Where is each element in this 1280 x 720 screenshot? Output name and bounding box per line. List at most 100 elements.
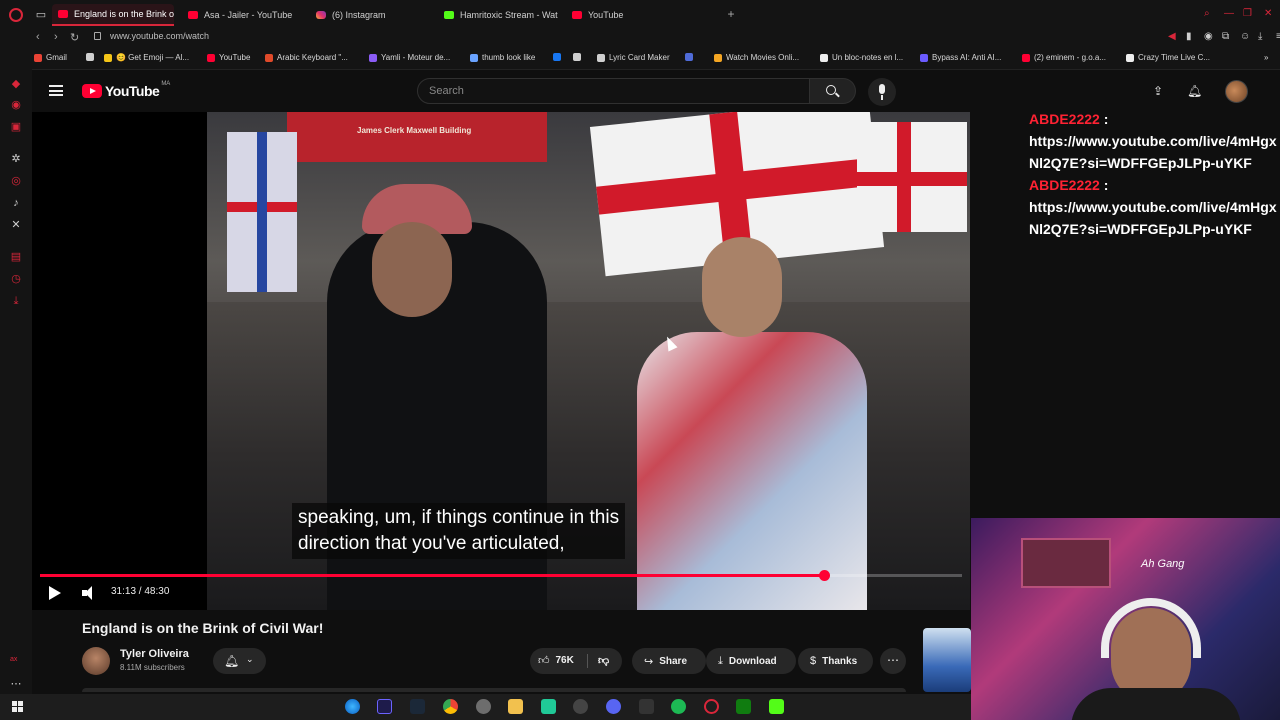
windows-taskbar [0, 694, 971, 720]
whatsapp-icon[interactable]: ▣ [10, 121, 22, 133]
youtube-logo[interactable]: YouTube MA [82, 81, 170, 99]
opera-logo-icon[interactable] [9, 8, 23, 22]
bookmark-item[interactable]: 😊 Get Emoji — Al... [104, 53, 189, 62]
bell-icon: 🔔︎ [224, 654, 240, 668]
bookmark-label: Gmail [46, 53, 67, 62]
youtube-icon [572, 11, 582, 19]
instagram-icon [316, 11, 326, 19]
bookmark-item[interactable] [685, 53, 697, 61]
steam-icon[interactable] [410, 699, 425, 714]
tab-england-brink[interactable]: England is on the Brink of [52, 4, 174, 26]
pinboard-icon[interactable]: ▤ [10, 251, 22, 263]
thanks-button[interactable]: $ Thanks [798, 648, 873, 674]
bookmark-item[interactable]: Gmail [34, 53, 67, 62]
chat-link[interactable]: https://www.youtube.com/live/4mHgxNl2Q7E… [1029, 130, 1280, 174]
bookmark-item[interactable] [86, 53, 98, 61]
volume-icon[interactable] [82, 585, 98, 601]
minimize-icon[interactable]: — [1224, 8, 1234, 19]
premiere-icon[interactable] [377, 699, 392, 714]
more-icon[interactable]: ⋯ [10, 678, 22, 690]
thumbs-down-icon[interactable]: 👎︎ [598, 654, 609, 667]
app-icon[interactable] [541, 699, 556, 714]
downloads-icon[interactable]: ⤓ [10, 295, 22, 307]
upload-icon[interactable]: ⇪ [1153, 85, 1163, 97]
edge-icon[interactable] [345, 699, 360, 714]
vpn-icon[interactable]: ▮ [1186, 31, 1192, 42]
bookmark-item[interactable] [573, 53, 585, 61]
progress-bar[interactable] [40, 570, 962, 581]
opera-icon[interactable] [704, 699, 719, 714]
bookmark-item[interactable]: Watch Movies Onli... [714, 53, 799, 62]
thanks-label: Thanks [822, 655, 858, 667]
tab-youtube[interactable]: YouTube [566, 4, 686, 26]
like-button[interactable]: 👍︎ 76K [538, 654, 574, 667]
profile-icon[interactable]: ☺ [1240, 31, 1250, 42]
instagram-icon[interactable]: ◎ [10, 175, 22, 187]
history-icon[interactable]: ◷ [10, 273, 22, 285]
download-icon[interactable]: ⤓ [1258, 31, 1262, 42]
description-box[interactable] [82, 688, 906, 692]
tab-instagram[interactable]: (6) Instagram [310, 4, 430, 26]
bookmark-item[interactable]: YouTube [207, 53, 250, 62]
volume-mute-icon[interactable]: ◀ [1168, 31, 1176, 42]
file-explorer-icon[interactable] [508, 699, 523, 714]
chat-link[interactable]: https://www.youtube.com/live/4mHgxNl2Q7E… [1029, 196, 1280, 240]
forward-icon[interactable]: › [54, 31, 58, 43]
spotify-icon[interactable] [671, 699, 686, 714]
recommended-thumbnail[interactable] [923, 628, 971, 692]
tab-switcher-icon[interactable]: ▭ [35, 9, 47, 21]
davinci-icon[interactable] [573, 699, 588, 714]
video-player[interactable]: James Clerk Maxwell Building speaking, u… [32, 112, 970, 610]
extensions-icon[interactable]: ⧉ [1222, 31, 1229, 42]
restore-icon[interactable]: ❐ [1243, 8, 1252, 19]
channel-avatar[interactable] [82, 647, 110, 675]
channel-name[interactable]: Tyler Oliveira [120, 648, 189, 660]
bookmark-item[interactable]: Bypass AI: Anti AI... [920, 53, 1001, 62]
share-label: Share [659, 655, 688, 667]
play-icon[interactable] [49, 586, 61, 600]
tiktok-icon[interactable]: ♪ [10, 197, 22, 209]
search-button[interactable] [810, 78, 856, 104]
bookmark-item[interactable]: Crazy Time Live C... [1126, 53, 1210, 62]
close-icon[interactable]: ✕ [1264, 8, 1272, 19]
tab-asa-jailer[interactable]: Asa - Jailer - YouTube [182, 4, 302, 26]
notifications-bell-icon[interactable]: 🔔︎ [1187, 84, 1202, 98]
discord-icon[interactable] [606, 699, 621, 714]
subscribed-button[interactable]: 🔔︎ ⌄ [213, 648, 266, 674]
voice-search-icon[interactable] [868, 78, 896, 106]
menu-icon[interactable]: ≡ [1276, 31, 1280, 42]
bookmark-item[interactable]: (2) eminem - g.o.a... [1022, 53, 1106, 62]
windows-start-icon[interactable] [12, 701, 23, 712]
bookmark-item[interactable]: Un bloc-notes en l... [820, 53, 903, 62]
x-twitter-icon[interactable]: ✕ [10, 219, 22, 231]
share-button[interactable]: ↪ Share [632, 648, 706, 674]
reload-icon[interactable]: ↻ [70, 31, 79, 44]
new-tab-icon[interactable]: + [725, 8, 737, 20]
search-tabs-icon[interactable]: ⌕ [1204, 8, 1210, 19]
download-button[interactable]: ⤓ Download [706, 648, 796, 674]
messenger-icon[interactable]: ◉ [10, 99, 22, 111]
bookmark-item[interactable]: thumb look like [470, 53, 535, 62]
aria-icon[interactable]: ◆ [10, 78, 22, 90]
bookmarks-overflow-icon[interactable]: » [1264, 53, 1268, 62]
bookmark-item[interactable] [553, 53, 565, 61]
url-field[interactable]: www.youtube.com/watch [110, 31, 209, 41]
chatgpt-icon[interactable]: ✲ [10, 153, 22, 165]
bookmark-item[interactable]: Lyric Card Maker [597, 53, 670, 62]
tab-hamritoxic[interactable]: Hamritoxic Stream - Wat [438, 4, 558, 26]
app-icon[interactable] [639, 699, 654, 714]
snapshot-icon[interactable]: ◉ [1204, 31, 1213, 42]
scrubber-handle[interactable] [818, 570, 830, 581]
account-avatar[interactable] [1225, 80, 1248, 103]
bookmark-item[interactable]: Yamli - Moteur de... [369, 53, 450, 62]
chrome-icon[interactable] [443, 699, 458, 714]
bookmark-item[interactable]: Arabic Keyboard "... [265, 53, 348, 62]
kick-icon[interactable] [769, 699, 784, 714]
back-icon[interactable]: ‹ [36, 31, 40, 43]
xbox-icon[interactable] [736, 699, 751, 714]
more-actions-icon[interactable]: ⋯ [880, 648, 906, 674]
search-input[interactable]: Search [417, 78, 810, 104]
obs-icon[interactable] [476, 699, 491, 714]
search-icon [826, 85, 836, 95]
hamburger-menu-icon[interactable] [49, 85, 63, 96]
